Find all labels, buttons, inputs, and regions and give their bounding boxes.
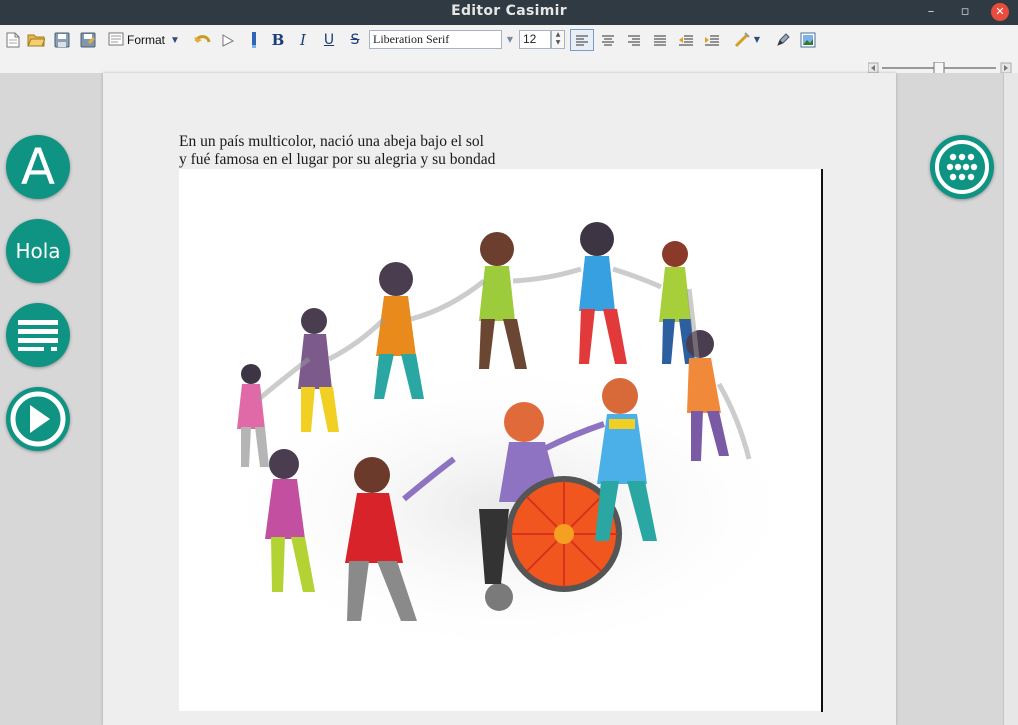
text-lines-button[interactable] [6, 303, 70, 367]
document-line: y fué famosa en el lugar por su alegria … [179, 151, 496, 168]
window-title: Editor Casimir [451, 3, 567, 19]
bold-icon[interactable]: B [268, 30, 288, 50]
keyboard-button[interactable] [930, 135, 994, 199]
open-folder-icon[interactable] [26, 30, 46, 50]
save-icon[interactable] [52, 30, 72, 50]
save-as-icon[interactable] [78, 30, 98, 50]
align-left-icon[interactable] [570, 29, 594, 51]
magic-wand-icon[interactable] [732, 30, 752, 50]
minimize-icon[interactable]: – [922, 3, 940, 21]
document-image[interactable] [179, 169, 821, 711]
highlighter-icon[interactable] [244, 30, 264, 50]
image-icon[interactable] [798, 30, 818, 50]
text-lines-icon [18, 320, 58, 351]
title-bar: Editor Casimir – ▫ ✕ [0, 0, 1018, 25]
document-text[interactable]: En un país multicolor, nació una abeja b… [179, 133, 495, 169]
format-icon [108, 32, 124, 49]
strikethrough-icon[interactable]: S [345, 30, 365, 50]
undo-icon[interactable] [192, 30, 212, 50]
zoom-slider[interactable] [867, 59, 1013, 75]
align-right-icon[interactable] [624, 30, 644, 50]
underline-icon[interactable]: U [319, 30, 339, 50]
restore-icon[interactable]: ▫ [956, 3, 974, 21]
document-line: En un país multicolor, nació una abeja b… [179, 133, 484, 150]
redo-icon[interactable] [218, 30, 238, 50]
font-dropdown-icon[interactable]: ▼ [503, 30, 517, 49]
toolbar: Format ▼ B I U S Liberation Serif ▼ 12 ▲… [0, 25, 1018, 95]
play-icon [10, 391, 66, 447]
align-center-icon[interactable] [598, 30, 618, 50]
font-button[interactable]: A [6, 135, 70, 199]
font-name-field[interactable]: Liberation Serif [369, 30, 502, 49]
keypad-icon [935, 140, 989, 194]
pencil-icon[interactable] [773, 30, 793, 50]
new-document-icon[interactable] [3, 30, 23, 50]
font-button-label: A [20, 138, 56, 196]
close-icon[interactable]: ✕ [991, 3, 1009, 21]
speak-button[interactable]: Hola [6, 219, 70, 283]
increase-indent-icon[interactable] [702, 30, 722, 50]
font-size-field[interactable]: 12 [519, 30, 551, 49]
italic-icon[interactable]: I [293, 30, 313, 50]
justify-icon[interactable] [650, 30, 670, 50]
speak-button-label: Hola [15, 239, 61, 263]
decrease-indent-icon[interactable] [676, 30, 696, 50]
chevron-down-icon[interactable]: ▼ [750, 30, 764, 49]
vertical-scrollbar[interactable] [1003, 73, 1018, 725]
paper-people-circle-illustration [209, 222, 809, 659]
play-button[interactable] [6, 387, 70, 451]
chevron-down-icon: ▼ [170, 34, 180, 46]
format-menu[interactable]: Format ▼ [108, 30, 180, 50]
text-cursor [821, 169, 823, 712]
font-size-spinner[interactable]: ▲ ▼ [551, 30, 565, 49]
format-menu-label: Format [127, 33, 166, 47]
